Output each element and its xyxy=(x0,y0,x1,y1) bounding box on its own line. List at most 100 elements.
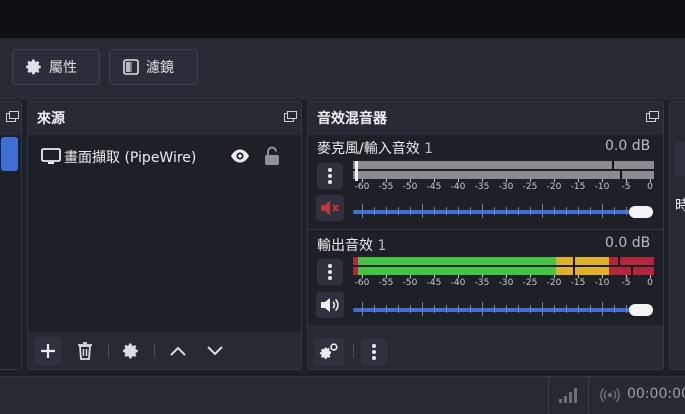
slider-tick xyxy=(626,305,627,313)
transition-dropdown[interactable] xyxy=(674,142,685,176)
slider-tick xyxy=(518,207,519,215)
source-item-label: 畫面擷取 (PipeWire) xyxy=(64,150,197,166)
stream-timer: 00:00:00 xyxy=(627,386,685,402)
status-bar xyxy=(0,376,685,414)
add-source-button[interactable] xyxy=(34,337,62,365)
slider-tick xyxy=(626,207,627,215)
channel-name: 麥克風/輸入音效 1 xyxy=(317,141,434,157)
slider-tick xyxy=(530,207,531,215)
sources-dock-title: 來源 xyxy=(37,111,65,127)
meter-scale: -60 -55 -50 -45 -40 -35 -30 -25 -20 -15 -10 -5 0 xyxy=(353,275,654,290)
undock-icon[interactable] xyxy=(6,111,19,122)
slider-tick xyxy=(554,305,555,313)
slider-tick xyxy=(578,207,579,215)
meter-tick-label: -10 xyxy=(594,278,610,288)
meter-tick-label: -5 xyxy=(621,278,631,288)
meter-tick-label: -5 xyxy=(621,182,631,192)
chevron-up-icon xyxy=(170,346,186,356)
channel-db-value: 0.0 dB xyxy=(605,235,651,251)
slider-tick xyxy=(386,207,387,215)
source-properties-button[interactable] xyxy=(120,340,142,362)
meter-tick-label: -45 xyxy=(426,182,442,192)
mute-button[interactable] xyxy=(316,195,344,221)
undock-icon[interactable] xyxy=(646,111,659,122)
mute-button[interactable] xyxy=(316,292,344,318)
slider-tick xyxy=(566,305,567,313)
volume-slider[interactable] xyxy=(353,300,654,320)
mixer-menu-button[interactable] xyxy=(361,338,387,366)
meter-tick-label: -25 xyxy=(522,278,538,288)
trash-icon xyxy=(78,342,92,360)
source-item[interactable]: 畫面擷取 (PipeWire) xyxy=(40,147,196,167)
meter-tick-label: -30 xyxy=(498,278,514,288)
slider-tick xyxy=(530,305,531,313)
filters-button[interactable]: 濾鏡 xyxy=(109,49,198,85)
duration-label: 時 xyxy=(675,198,685,214)
slider-tick xyxy=(446,305,447,313)
properties-button[interactable]: 屬性 xyxy=(12,49,100,85)
selected-scene-item[interactable] xyxy=(1,137,18,171)
slider-tick xyxy=(398,207,399,215)
meter-scale: -60 -55 -50 -45 -40 -35 -30 -25 -20 -15 -10 -5 0 xyxy=(353,179,654,194)
slider-tick xyxy=(458,305,459,313)
remove-source-button[interactable] xyxy=(74,340,96,362)
meter-tick-label: -60 xyxy=(354,182,370,192)
volume-slider-handle[interactable] xyxy=(629,304,653,316)
status-divider xyxy=(548,376,549,413)
advanced-audio-button[interactable] xyxy=(314,338,344,366)
channel-menu-button[interactable] xyxy=(317,259,343,285)
slider-tick xyxy=(614,207,615,215)
toolbar-separator xyxy=(108,344,109,358)
volume-meter xyxy=(353,257,654,277)
meter-tick-label: -50 xyxy=(402,182,418,192)
slider-tick xyxy=(362,302,363,316)
gear-icon xyxy=(25,58,43,76)
slider-tick xyxy=(602,302,603,316)
meter-tick-label: -55 xyxy=(378,182,394,192)
signal-strength-icon xyxy=(558,386,578,408)
meter-tick-label: -30 xyxy=(498,182,514,192)
slider-tick xyxy=(542,302,543,316)
slider-tick xyxy=(590,207,591,215)
volume-slider[interactable] xyxy=(353,202,654,222)
meter-tick-label: -40 xyxy=(450,182,466,192)
filters-label: 濾鏡 xyxy=(146,60,174,76)
slider-tick xyxy=(446,207,447,215)
toolbar-separator xyxy=(154,344,155,358)
slider-tick xyxy=(602,204,603,218)
slider-tick xyxy=(458,207,459,215)
kebab-menu-icon xyxy=(328,168,332,184)
preview-area-edge xyxy=(0,0,685,39)
unlock-icon[interactable] xyxy=(262,145,282,171)
slider-tick xyxy=(374,207,375,215)
move-down-button[interactable] xyxy=(204,340,226,362)
volume-meter xyxy=(353,161,654,181)
slider-tick xyxy=(362,204,363,218)
slider-tick xyxy=(482,302,483,316)
slider-tick xyxy=(506,207,507,215)
volume-slider-handle[interactable] xyxy=(629,206,653,218)
sources-dock: 來源 xyxy=(27,101,302,370)
audio-mixer-title: 音效混音器 xyxy=(317,111,387,127)
kebab-menu-icon xyxy=(328,264,332,280)
undock-icon[interactable] xyxy=(284,111,297,122)
meter-tick-label: -10 xyxy=(594,182,610,192)
slider-tick xyxy=(410,207,411,215)
gears-icon xyxy=(319,343,338,359)
slider-tick xyxy=(578,305,579,313)
status-divider xyxy=(588,376,589,413)
meter-tick-label: -15 xyxy=(570,182,586,192)
eye-icon[interactable] xyxy=(229,145,251,171)
kebab-menu-icon xyxy=(372,344,376,360)
meter-tick-label: -35 xyxy=(474,182,490,192)
meter-tick-label: 0 xyxy=(647,278,653,288)
meter-tick-label: -60 xyxy=(354,278,370,288)
slider-tick xyxy=(494,207,495,215)
meter-tick-label: -20 xyxy=(546,182,562,192)
channel-menu-button[interactable] xyxy=(317,163,343,189)
channel-divider xyxy=(308,229,663,230)
move-up-button[interactable] xyxy=(167,340,189,362)
toolbar-separator xyxy=(353,344,354,358)
channel-db-value: 0.0 dB xyxy=(605,138,651,154)
filter-icon xyxy=(122,58,140,76)
